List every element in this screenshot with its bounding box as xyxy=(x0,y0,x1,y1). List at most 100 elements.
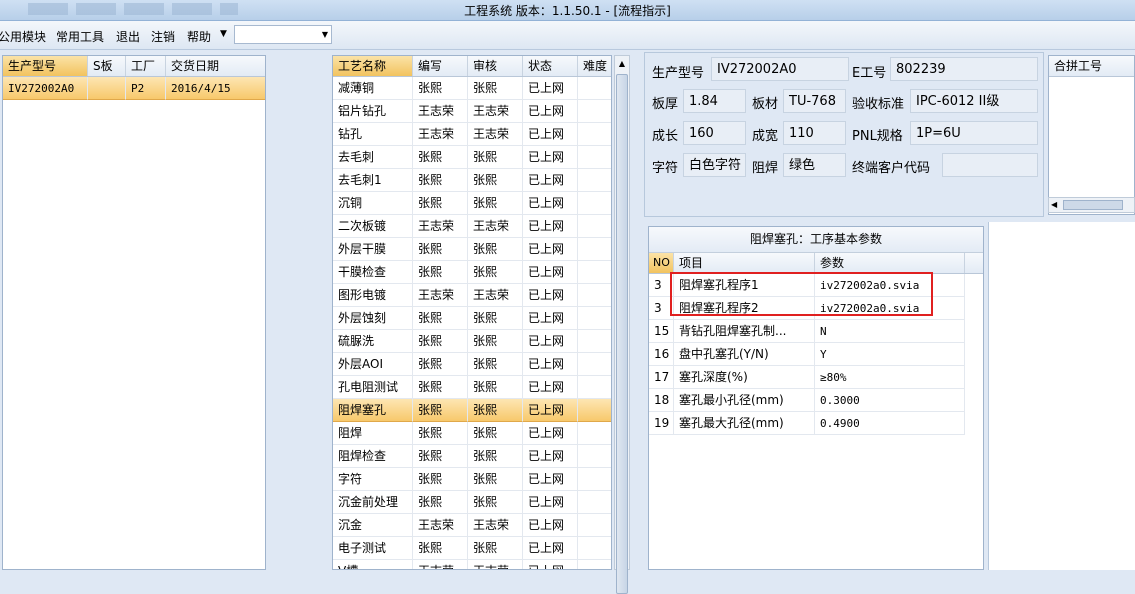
param-row[interactable]: 19 塞孔最大孔径(mm) 0.4900 xyxy=(649,412,965,435)
cell-process-name: 图形电镀 xyxy=(333,284,413,307)
col-delivery-date[interactable]: 交货日期 xyxy=(166,56,265,76)
param-row[interactable]: 18 塞孔最小孔径(mm) 0.3000 xyxy=(649,389,965,412)
cell-difficulty xyxy=(578,514,611,537)
cell-process-name: 去毛刺1 xyxy=(333,169,413,192)
customer-code-field[interactable] xyxy=(942,153,1038,177)
process-row[interactable]: 字符 张熙 张熙 已上网 xyxy=(333,468,611,491)
col-status[interactable]: 状态 xyxy=(523,56,578,76)
col-s-board[interactable]: S板 xyxy=(88,56,126,76)
cell-no: 15 xyxy=(649,320,674,343)
process-row[interactable]: 外层干膜 张熙 张熙 已上网 xyxy=(333,238,611,261)
process-row[interactable]: 阻焊塞孔 张熙 张熙 已上网 xyxy=(333,399,611,422)
cell-process-name: 沉铜 xyxy=(333,192,413,215)
menu-logout[interactable]: 注销 xyxy=(151,28,175,45)
col-difficulty[interactable]: 难度 xyxy=(578,56,611,76)
cell-status: 已上网 xyxy=(523,376,578,399)
menu-common-tools[interactable]: 常用工具 xyxy=(56,28,104,45)
char-field[interactable]: 白色字符 xyxy=(683,153,746,177)
cell-item: 背钻孔阻焊塞孔制... xyxy=(674,320,815,343)
cell-item: 塞孔深度(%) xyxy=(674,366,815,389)
cell-status: 已上网 xyxy=(523,560,578,569)
eno-field[interactable]: 802239 xyxy=(890,57,1038,81)
process-row[interactable]: 铝片钻孔 王志荣 王志荣 已上网 xyxy=(333,100,611,123)
param-row[interactable]: 15 背钻孔阻焊塞孔制... N xyxy=(649,320,965,343)
model-field[interactable]: IV272002A0 xyxy=(711,57,849,81)
menu-exit[interactable]: 退出 xyxy=(116,28,140,45)
col-merge-job[interactable]: 合拼工号 xyxy=(1049,56,1134,76)
col-no[interactable]: NO xyxy=(649,253,674,273)
col-model[interactable]: 生产型号 xyxy=(3,56,88,76)
col-process-name[interactable]: 工艺名称 xyxy=(333,56,413,76)
col-value[interactable]: 参数 xyxy=(815,253,965,273)
col-item[interactable]: 项目 xyxy=(674,253,815,273)
chevron-down-icon[interactable]: ▼ xyxy=(220,29,227,39)
process-row[interactable]: 电子测试 张熙 张熙 已上网 xyxy=(333,537,611,560)
toolbar-combo[interactable]: ▼ xyxy=(234,25,332,44)
cell-reviewer: 张熙 xyxy=(468,445,523,468)
col-factory[interactable]: 工厂 xyxy=(126,56,166,76)
cell-no: 16 xyxy=(649,343,674,366)
chevron-down-icon[interactable]: ▼ xyxy=(322,30,328,39)
cell-item: 盘中孔塞孔(Y/N) xyxy=(674,343,815,366)
merge-hscrollbar[interactable]: ◀ xyxy=(1048,197,1135,213)
process-scrollbar[interactable]: ▲ xyxy=(614,55,630,594)
cell-process-name: 二次板镀 xyxy=(333,215,413,238)
thickness-field[interactable]: 1.84 xyxy=(683,89,746,113)
col-reviewer[interactable]: 审核 xyxy=(468,56,523,76)
length-field[interactable]: 160 xyxy=(683,121,746,145)
cell-author: 张熙 xyxy=(413,330,468,353)
process-row[interactable]: 外层AOI 张熙 张熙 已上网 xyxy=(333,353,611,376)
cell-process-name: 干膜检查 xyxy=(333,261,413,284)
process-row[interactable]: 阻焊检查 张熙 张熙 已上网 xyxy=(333,445,611,468)
material-field[interactable]: TU-768 xyxy=(783,89,846,113)
cell-reviewer: 王志荣 xyxy=(468,215,523,238)
mask-field[interactable]: 绿色 xyxy=(783,153,846,177)
model-label: 生产型号 xyxy=(652,66,705,81)
width-field[interactable]: 110 xyxy=(783,121,846,145)
process-row[interactable]: 去毛刺 张熙 张熙 已上网 xyxy=(333,146,611,169)
cell-item: 塞孔最大孔径(mm) xyxy=(674,412,815,435)
order-grid-header: 生产型号 S板 工厂 交货日期 xyxy=(3,56,265,77)
col-author[interactable]: 编写 xyxy=(413,56,468,76)
cell-reviewer: 张熙 xyxy=(468,261,523,284)
process-row[interactable]: 去毛刺1 张熙 张熙 已上网 xyxy=(333,169,611,192)
process-row[interactable]: 孔电阻测试 张熙 张熙 已上网 xyxy=(333,376,611,399)
cell-difficulty xyxy=(578,468,611,491)
menu-help[interactable]: 帮助 xyxy=(187,28,211,45)
cell-value: 0.3000 xyxy=(815,389,965,412)
cell-status: 已上网 xyxy=(523,445,578,468)
order-row[interactable]: IV272002A0 P2 2016/4/15 xyxy=(3,77,265,100)
process-row[interactable]: 硫脲洗 张熙 张熙 已上网 xyxy=(333,330,611,353)
process-row[interactable]: 阻焊 张熙 张熙 已上网 xyxy=(333,422,611,445)
process-row[interactable]: 二次板镀 王志荣 王志荣 已上网 xyxy=(333,215,611,238)
cell-author: 张熙 xyxy=(413,468,468,491)
process-row[interactable]: V槽王志荣王志荣已上网 xyxy=(333,560,611,569)
process-row[interactable]: 沉铜 张熙 张熙 已上网 xyxy=(333,192,611,215)
cell-author: 张熙 xyxy=(413,261,468,284)
cell-reviewer: 王志荣 xyxy=(468,123,523,146)
process-row[interactable]: 沉金前处理 张熙 张熙 已上网 xyxy=(333,491,611,514)
process-row[interactable]: 外层蚀刻 张熙 张熙 已上网 xyxy=(333,307,611,330)
cell-reviewer: 张熙 xyxy=(468,330,523,353)
pnl-field[interactable]: 1P=6U xyxy=(910,121,1038,145)
process-row[interactable]: 钻孔 王志荣 王志荣 已上网 xyxy=(333,123,611,146)
cell-process-name: 沉金前处理 xyxy=(333,491,413,514)
process-row[interactable]: 干膜检查 张熙 张熙 已上网 xyxy=(333,261,611,284)
cell-reviewer: 张熙 xyxy=(468,468,523,491)
scroll-thumb[interactable] xyxy=(1063,200,1123,210)
param-row[interactable]: 16 盘中孔塞孔(Y/N) Y xyxy=(649,343,965,366)
process-row[interactable]: 沉金 王志荣 王志荣 已上网 xyxy=(333,514,611,537)
cell-reviewer: 张熙 xyxy=(468,238,523,261)
scroll-up-icon[interactable]: ▲ xyxy=(615,56,629,72)
param-row[interactable]: 17 塞孔深度(%) ≥80% xyxy=(649,366,965,389)
process-row[interactable]: 图形电镀 王志荣 王志荣 已上网 xyxy=(333,284,611,307)
cell-author: 张熙 xyxy=(413,445,468,468)
cell-value: Y xyxy=(815,343,965,366)
standard-field[interactable]: IPC-6012 II级 xyxy=(910,89,1038,113)
scroll-thumb[interactable] xyxy=(616,74,628,594)
menu-common-modules[interactable]: 公用模块 xyxy=(0,28,46,45)
process-row[interactable]: 减薄铜 张熙 张熙 已上网 xyxy=(333,77,611,100)
cell-reviewer: 王志荣 xyxy=(468,514,523,537)
cell-difficulty xyxy=(578,445,611,468)
scroll-left-icon[interactable]: ◀ xyxy=(1051,200,1057,209)
